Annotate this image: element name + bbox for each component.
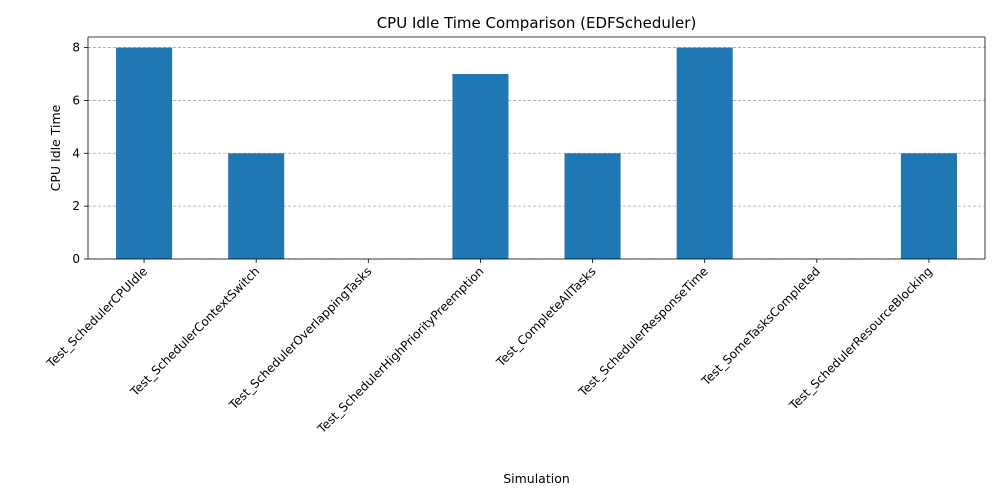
- grid-lines: [88, 47, 985, 260]
- bar: [676, 47, 733, 260]
- x-tick-label: Test_CompleteAllTasks: [493, 264, 599, 370]
- y-tick-label: 4: [72, 146, 80, 160]
- chart-title: CPU Idle Time Comparison (EDFScheduler): [377, 14, 697, 32]
- x-tick-label: Test_SchedulerContextSwitch: [127, 264, 262, 399]
- bar: [452, 74, 509, 259]
- y-tick-label: 6: [72, 93, 80, 107]
- y-tick-label: 0: [72, 252, 80, 266]
- bar: [564, 153, 621, 259]
- y-ticks: 0 2 4 6 8: [72, 41, 88, 266]
- bar: [116, 47, 173, 260]
- bar: [228, 153, 285, 259]
- x-ticks: Test_SchedulerCPUIdleTest_SchedulerConte…: [43, 259, 935, 437]
- bar: [900, 153, 957, 259]
- x-tick-label: Test_SchedulerResponseTime: [575, 264, 711, 400]
- x-tick-label: Test_SomeTasksCompleted: [698, 264, 823, 389]
- bar-chart: 02468 Test_SchedulerCPUIdleTest_Schedule…: [43, 14, 986, 486]
- axes: [87, 36, 986, 260]
- x-axis-label: Simulation: [503, 471, 570, 486]
- y-tick-label: 8: [72, 41, 80, 55]
- x-tick-label: Test_SchedulerCPUIdle: [43, 264, 150, 371]
- y-axis-label: CPU Idle Time: [48, 104, 63, 191]
- y-tick-label: 2: [72, 199, 80, 213]
